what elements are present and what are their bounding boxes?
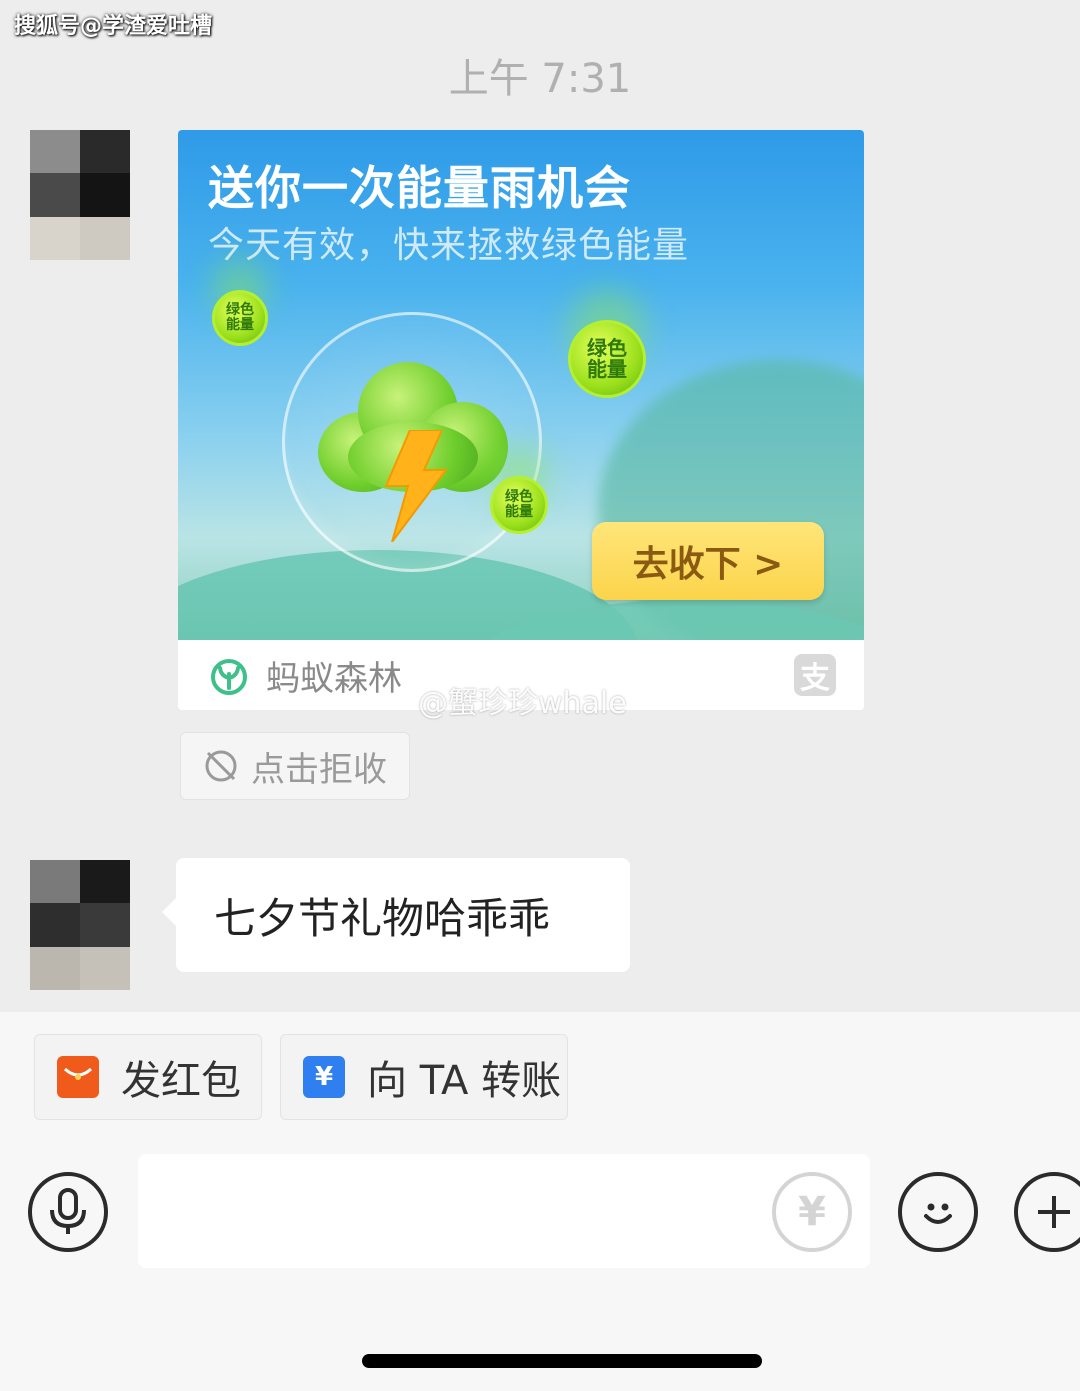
lightning-icon bbox=[384, 430, 448, 542]
energy-rain-card[interactable]: 送你一次能量雨机会 今天有效，快来拯救绿色能量 绿色能量 绿色能量 绿色能量 去… bbox=[178, 130, 864, 710]
avatar[interactable] bbox=[30, 130, 130, 260]
source-watermark: 搜狐号@学渣爱吐槽 bbox=[14, 14, 213, 39]
message-timestamp: 上午 7:31 bbox=[448, 56, 632, 102]
chat-screen: 搜狐号@学渣爱吐槽 上午 7:31 送你一次能量雨机会 今天有效，快来拯救绿色能… bbox=[0, 0, 1080, 1391]
ant-forest-icon bbox=[211, 659, 247, 695]
red-packet-label: 发红包 bbox=[121, 1058, 241, 1104]
plus-icon[interactable] bbox=[1014, 1172, 1080, 1252]
app-name: 蚂蚁森林 bbox=[266, 658, 402, 699]
transfer-label: 向 TA 转账 bbox=[367, 1058, 562, 1104]
transfer-icon: ¥ bbox=[303, 1056, 345, 1098]
energy-ball: 绿色能量 bbox=[212, 290, 268, 346]
microphone-icon[interactable] bbox=[28, 1172, 108, 1252]
card-banner[interactable]: 送你一次能量雨机会 今天有效，快来拯救绿色能量 绿色能量 绿色能量 绿色能量 去… bbox=[178, 130, 864, 640]
avatar[interactable] bbox=[30, 860, 130, 990]
input-panel: 发红包 ¥ 向 TA 转账 ¥ bbox=[0, 1012, 1080, 1391]
transfer-button[interactable]: ¥ 向 TA 转账 bbox=[280, 1034, 568, 1120]
alipay-icon: 支 bbox=[794, 654, 836, 696]
smiley-icon[interactable] bbox=[898, 1172, 978, 1252]
yuan-icon[interactable]: ¥ bbox=[772, 1172, 852, 1252]
card-title: 送你一次能量雨机会 bbox=[208, 161, 631, 215]
message-input[interactable] bbox=[138, 1154, 870, 1268]
weibo-watermark: @蟹珍珍whale bbox=[418, 686, 627, 721]
red-packet-button[interactable]: 发红包 bbox=[34, 1034, 262, 1120]
block-icon bbox=[205, 750, 237, 782]
collect-button[interactable]: 去收下 > bbox=[592, 522, 824, 600]
text-message[interactable]: 七夕节礼物哈乖乖 bbox=[162, 858, 630, 972]
reject-button[interactable]: 点击拒收 bbox=[180, 732, 410, 800]
red-packet-icon bbox=[57, 1056, 99, 1098]
reject-label: 点击拒收 bbox=[251, 749, 387, 790]
card-subtitle: 今天有效，快来拯救绿色能量 bbox=[208, 225, 690, 266]
energy-ball: 绿色能量 bbox=[490, 476, 548, 534]
home-indicator[interactable] bbox=[362, 1354, 762, 1368]
energy-ball: 绿色能量 bbox=[568, 320, 646, 398]
